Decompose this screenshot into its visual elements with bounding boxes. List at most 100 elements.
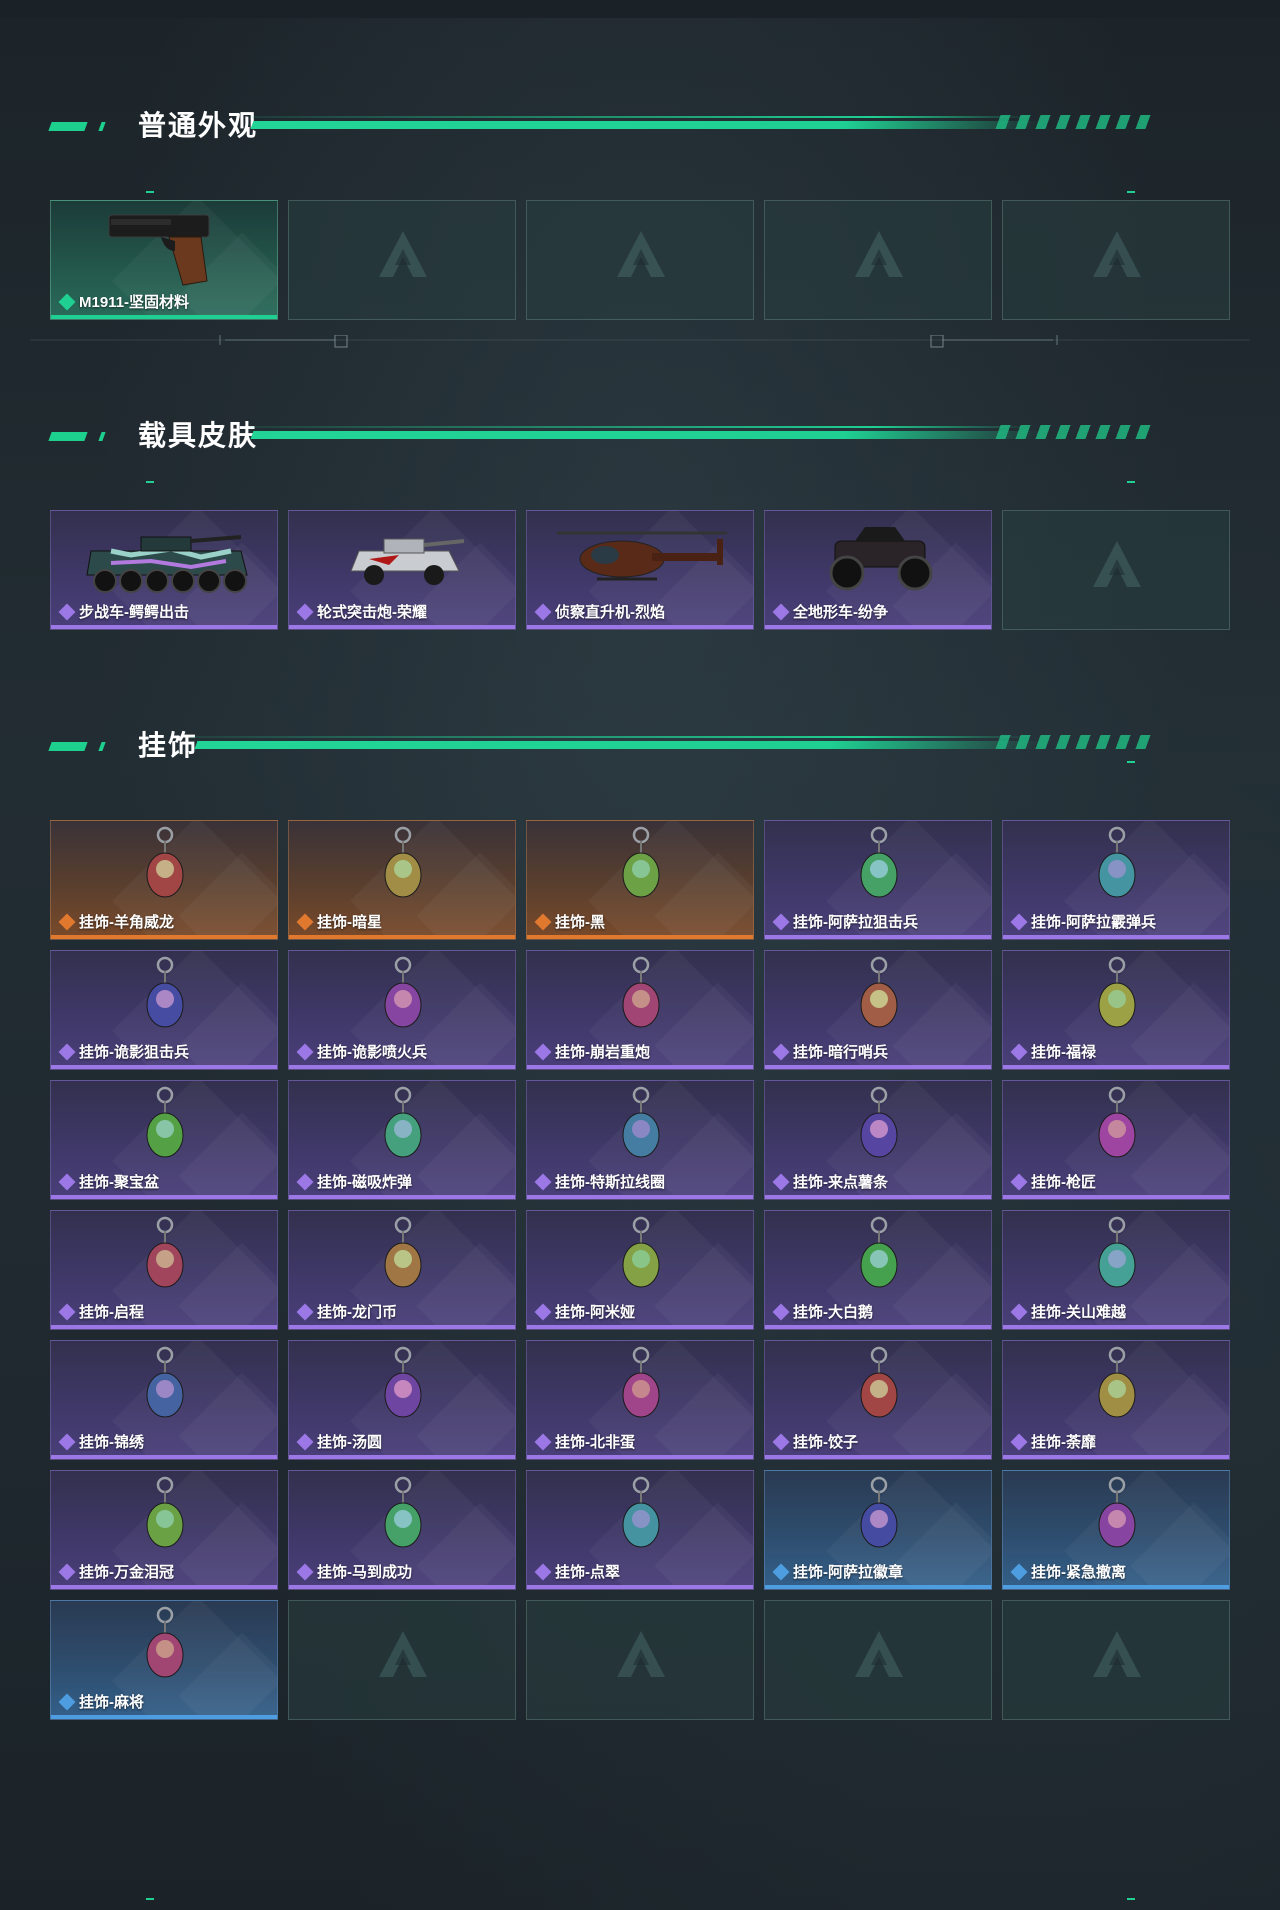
item-card[interactable]: 侦察直升机-烈焰 <box>526 510 754 630</box>
rarity-diamond-icon <box>772 1173 790 1190</box>
rarity-diamond-icon <box>534 913 552 930</box>
charm-icon <box>527 1471 753 1567</box>
item-card[interactable]: 挂饰-暗星 <box>288 820 516 940</box>
rarity-diamond-icon <box>296 603 314 620</box>
charm-icon <box>51 1471 277 1567</box>
item-card[interactable]: 挂饰-马到成功 <box>288 1470 516 1590</box>
item-card[interactable]: 挂饰-紧急撤离 <box>1002 1470 1230 1590</box>
item-card[interactable]: 挂饰-崩岩重炮 <box>526 950 754 1070</box>
item-label: 挂饰-黑 <box>534 911 605 932</box>
corner-tick <box>1127 761 1135 763</box>
item-card[interactable]: 挂饰-黑 <box>526 820 754 940</box>
item-card[interactable]: 步战车-鳄鳄出击 <box>50 510 278 630</box>
item-label: 挂饰-紧急撤离 <box>1010 1561 1126 1582</box>
rarity-bar <box>51 1325 277 1329</box>
item-label: 挂饰-汤圆 <box>296 1431 382 1452</box>
item-card[interactable]: 挂饰-阿米娅 <box>526 1210 754 1330</box>
item-label: 挂饰-饺子 <box>772 1431 858 1452</box>
item-card[interactable]: 挂饰-阿萨拉狙击兵 <box>764 820 992 940</box>
item-card[interactable]: 挂饰-饺子 <box>764 1340 992 1460</box>
charm-icon <box>765 1081 991 1177</box>
item-name: 挂饰-磁吸炸弹 <box>317 1174 412 1191</box>
item-card[interactable]: 挂饰-诡影喷火兵 <box>288 950 516 1070</box>
item-card[interactable]: 挂饰-阿萨拉徽章 <box>764 1470 992 1590</box>
header-line <box>194 741 1044 749</box>
empty-slot <box>526 1600 754 1720</box>
item-name: 挂饰-诡影狙击兵 <box>79 1044 189 1061</box>
section-title: 载具皮肤 <box>138 420 259 451</box>
item-card[interactable]: 挂饰-聚宝盆 <box>50 1080 278 1200</box>
item-card[interactable]: 挂饰-大白鹅 <box>764 1210 992 1330</box>
placeholder-logo-icon <box>373 1625 433 1685</box>
placeholder-logo-icon <box>1087 1625 1147 1685</box>
item-card[interactable]: 挂饰-阿萨拉霰弹兵 <box>1002 820 1230 940</box>
item-name: 挂饰-龙门币 <box>317 1304 397 1321</box>
rarity-diamond-icon <box>58 293 76 310</box>
item-label: 挂饰-聚宝盆 <box>58 1171 159 1192</box>
corner-tick <box>1127 1898 1135 1900</box>
rarity-diamond-icon <box>1010 1043 1028 1060</box>
item-card[interactable]: 轮式突击炮-荣耀 <box>288 510 516 630</box>
rarity-diamond-icon <box>1010 1303 1028 1320</box>
item-card[interactable]: 挂饰-暗行哨兵 <box>764 950 992 1070</box>
rarity-bar <box>289 625 515 629</box>
header-accent-bar <box>98 122 106 131</box>
rarity-bar <box>289 1065 515 1069</box>
rarity-diamond-icon <box>296 1043 314 1060</box>
rarity-diamond-icon <box>534 1433 552 1450</box>
item-card[interactable]: 全地形车-纷争 <box>764 510 992 630</box>
item-label: 挂饰-阿萨拉徽章 <box>772 1561 903 1582</box>
item-label: 挂饰-荼靡 <box>1010 1431 1096 1452</box>
corner-tick <box>146 481 154 483</box>
item-card[interactable]: 挂饰-关山难越 <box>1002 1210 1230 1330</box>
rarity-bar <box>51 1585 277 1589</box>
item-name: 挂饰-点翠 <box>555 1564 620 1581</box>
item-name: 挂饰-阿萨拉狙击兵 <box>793 914 918 931</box>
item-label: 挂饰-北非蛋 <box>534 1431 635 1452</box>
item-label: 挂饰-诡影喷火兵 <box>296 1041 427 1062</box>
rarity-bar <box>51 1195 277 1199</box>
item-card[interactable]: 挂饰-龙门币 <box>288 1210 516 1330</box>
header-accent-bar <box>98 742 106 751</box>
item-card[interactable]: 挂饰-启程 <box>50 1210 278 1330</box>
item-label: 挂饰-阿萨拉狙击兵 <box>772 911 918 932</box>
rarity-diamond-icon <box>58 1303 76 1320</box>
charm-icon <box>1003 1471 1229 1567</box>
item-card[interactable]: 挂饰-点翠 <box>526 1470 754 1590</box>
charm-icon <box>51 1211 277 1307</box>
rarity-diamond-icon <box>1010 1173 1028 1190</box>
item-label: 轮式突击炮-荣耀 <box>296 601 427 622</box>
item-card[interactable]: 挂饰-来点薯条 <box>764 1080 992 1200</box>
rarity-bar <box>289 1325 515 1329</box>
item-card[interactable]: 挂饰-北非蛋 <box>526 1340 754 1460</box>
item-card[interactable]: 挂饰-麻将 <box>50 1600 278 1720</box>
armored-car-icon <box>289 511 515 607</box>
rarity-diamond-icon <box>1010 1433 1028 1450</box>
item-card[interactable]: 挂饰-汤圆 <box>288 1340 516 1460</box>
item-card[interactable]: 挂饰-羊角威龙 <box>50 820 278 940</box>
rarity-bar <box>51 1455 277 1459</box>
charm-icon <box>765 1471 991 1567</box>
item-card[interactable]: M1911-坚固材料 <box>50 200 278 320</box>
item-card[interactable]: 挂饰-特斯拉线圈 <box>526 1080 754 1200</box>
item-card[interactable]: 挂饰-枪匠 <box>1002 1080 1230 1200</box>
rarity-diamond-icon <box>534 1043 552 1060</box>
placeholder-logo-icon <box>1087 225 1147 285</box>
item-card[interactable]: 挂饰-磁吸炸弹 <box>288 1080 516 1200</box>
section-title: 普通外观 <box>138 110 259 141</box>
item-card[interactable]: 挂饰-荼靡 <box>1002 1340 1230 1460</box>
helicopter-icon <box>527 511 753 607</box>
charm-icon <box>289 1341 515 1437</box>
item-name: 挂饰-特斯拉线圈 <box>555 1174 665 1191</box>
item-label: 挂饰-磁吸炸弹 <box>296 1171 412 1192</box>
rarity-bar <box>1003 1455 1229 1459</box>
rarity-diamond-icon <box>772 1433 790 1450</box>
empty-slot <box>764 200 992 320</box>
item-card[interactable]: 挂饰-福禄 <box>1002 950 1230 1070</box>
ifv-icon <box>51 511 277 607</box>
item-card[interactable]: 挂饰-万金泪冠 <box>50 1470 278 1590</box>
item-label: 挂饰-阿米娅 <box>534 1301 635 1322</box>
item-card[interactable]: 挂饰-锦绣 <box>50 1340 278 1460</box>
item-card[interactable]: 挂饰-诡影狙击兵 <box>50 950 278 1070</box>
item-name: 挂饰-枪匠 <box>1031 1174 1096 1191</box>
